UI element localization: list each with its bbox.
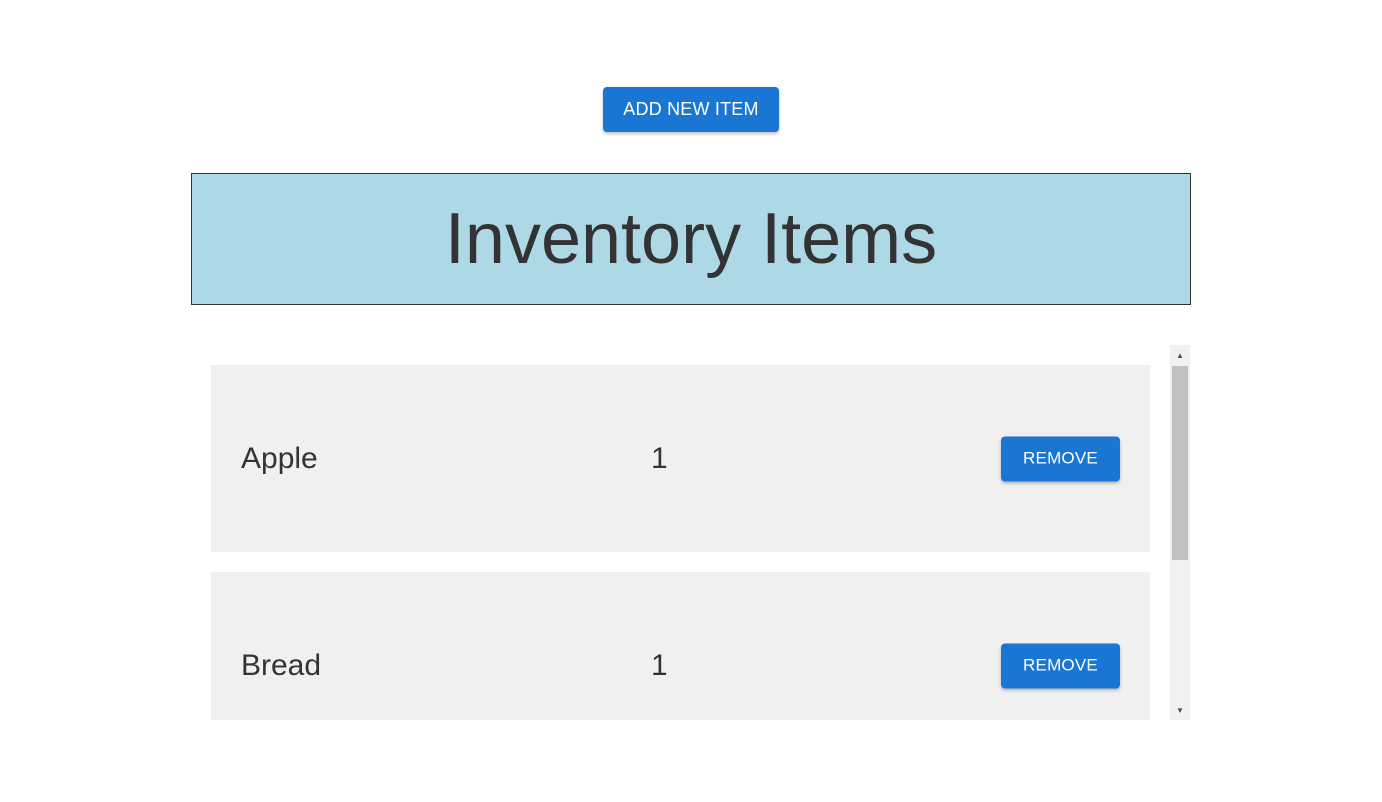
- list-item: Bread 1 REMOVE: [211, 572, 1150, 720]
- item-name: Apple: [241, 441, 318, 475]
- inventory-list[interactable]: Apple 1 REMOVE Bread 1 REMOVE: [191, 345, 1170, 720]
- scroll-up-icon[interactable]: ▲: [1170, 345, 1190, 365]
- item-name: Bread: [241, 648, 322, 682]
- item-quantity: 1: [651, 648, 668, 682]
- scroll-down-icon[interactable]: ▼: [1170, 700, 1190, 720]
- inventory-page: ADD NEW ITEM Inventory Items Apple 1 REM…: [0, 0, 1382, 802]
- list-scrollbar[interactable]: ▲ ▼: [1170, 345, 1190, 720]
- remove-button[interactable]: REMOVE: [1001, 643, 1120, 688]
- item-quantity: 1: [651, 441, 668, 475]
- add-new-item-button[interactable]: ADD NEW ITEM: [603, 87, 779, 132]
- list-item: Apple 1 REMOVE: [211, 365, 1150, 552]
- remove-button[interactable]: REMOVE: [1001, 436, 1120, 481]
- header-banner: Inventory Items: [191, 173, 1191, 305]
- page-title: Inventory Items: [444, 199, 938, 279]
- scroll-thumb[interactable]: [1172, 366, 1188, 560]
